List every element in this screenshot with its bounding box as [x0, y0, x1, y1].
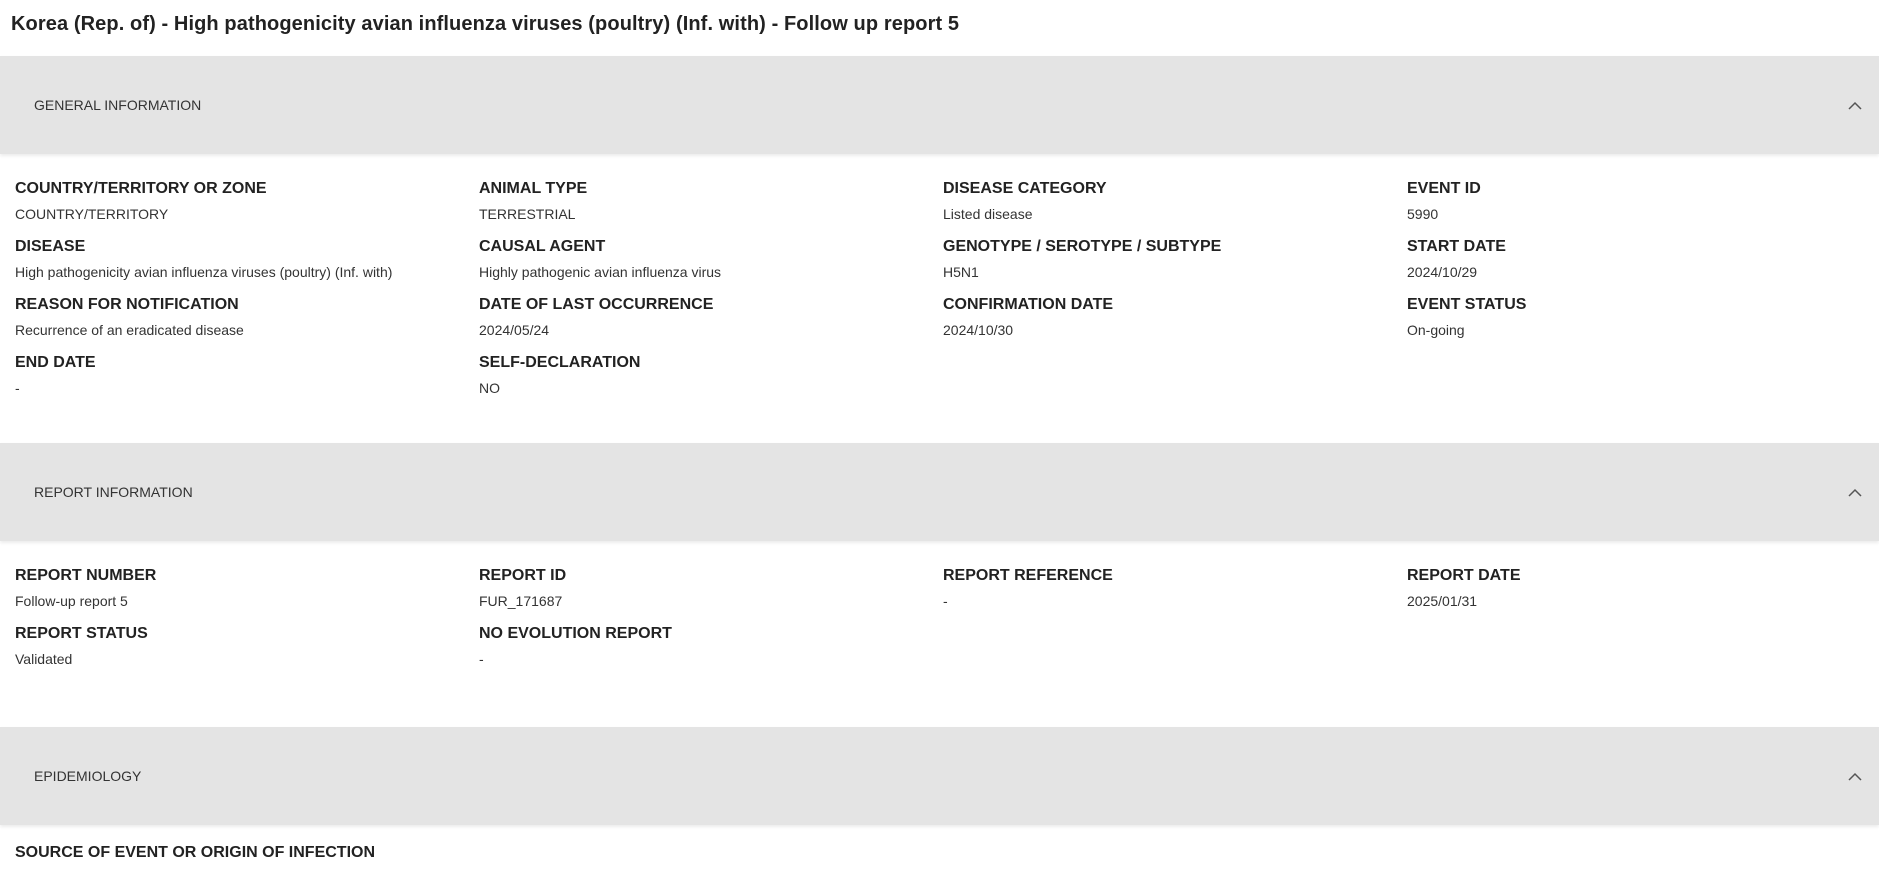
field-value: Listed disease — [943, 206, 1033, 222]
field-end-date: END DATE - — [15, 352, 479, 397]
general-information-header[interactable]: GENERAL INFORMATION — [0, 56, 1879, 154]
chevron-up-icon[interactable] — [1845, 95, 1865, 115]
field-value: - — [15, 380, 20, 396]
field-report-reference: REPORT REFERENCE - — [943, 565, 1407, 610]
field-value: TERRESTRIAL — [479, 206, 576, 222]
field-value: High pathogenicity avian influenza virus… — [15, 264, 393, 280]
field-no-evolution-report: NO EVOLUTION REPORT - — [479, 623, 943, 668]
section-title: REPORT INFORMATION — [34, 484, 193, 500]
general-information-grid: COUNTRY/TERRITORY OR ZONE COUNTRY/TERRIT… — [15, 178, 1864, 397]
field-reason-for-notification: REASON FOR NOTIFICATION Recurrence of an… — [15, 294, 479, 339]
field-label: GENOTYPE / SEROTYPE / SUBTYPE — [943, 238, 1222, 255]
field-label: NO EVOLUTION REPORT — [479, 625, 672, 642]
field-value: H5N1 — [943, 264, 979, 280]
field-label: EVENT STATUS — [1407, 296, 1527, 313]
field-value: On-going — [1407, 322, 1465, 338]
epidemiology-header[interactable]: EPIDEMIOLOGY — [0, 727, 1879, 825]
field-value: FUR_171687 — [479, 593, 563, 609]
field-value: 2024/05/24 — [479, 322, 550, 338]
report-information-body: REPORT NUMBER Follow-up report 5 REPORT … — [0, 541, 1879, 727]
field-source-of-event: SOURCE OF EVENT OR ORIGIN OF INFECTION — [15, 842, 1864, 863]
section-title: GENERAL INFORMATION — [34, 97, 202, 113]
field-causal-agent: CAUSAL AGENT Highly pathogenic avian inf… — [479, 236, 943, 281]
field-event-id: EVENT ID 5990 — [1407, 178, 1871, 223]
field-event-status: EVENT STATUS On-going — [1407, 294, 1871, 339]
field-disease-category: DISEASE CATEGORY Listed disease — [943, 178, 1407, 223]
report-information-grid: REPORT NUMBER Follow-up report 5 REPORT … — [15, 565, 1864, 668]
field-report-id: REPORT ID FUR_171687 — [479, 565, 943, 610]
chevron-up-icon[interactable] — [1845, 482, 1865, 502]
field-report-status: REPORT STATUS Validated — [15, 623, 479, 668]
field-value: 5990 — [1407, 206, 1439, 222]
field-label: DATE OF LAST OCCURRENCE — [479, 296, 714, 313]
field-value: Validated — [15, 651, 73, 667]
field-value: - — [479, 651, 484, 667]
field-value: 2025/01/31 — [1407, 593, 1478, 609]
field-label: CONFIRMATION DATE — [943, 296, 1114, 313]
field-country-territory: COUNTRY/TERRITORY OR ZONE COUNTRY/TERRIT… — [15, 178, 479, 223]
field-report-number: REPORT NUMBER Follow-up report 5 — [15, 565, 479, 610]
general-information-body: COUNTRY/TERRITORY OR ZONE COUNTRY/TERRIT… — [0, 154, 1879, 443]
field-label: START DATE — [1407, 238, 1506, 255]
field-label: REPORT NUMBER — [15, 567, 157, 584]
field-date-of-last-occurrence: DATE OF LAST OCCURRENCE 2024/05/24 — [479, 294, 943, 339]
field-label: EVENT ID — [1407, 180, 1481, 197]
field-label: END DATE — [15, 354, 96, 371]
field-confirmation-date: CONFIRMATION DATE 2024/10/30 — [943, 294, 1407, 339]
field-value: COUNTRY/TERRITORY — [15, 206, 169, 222]
section-title: EPIDEMIOLOGY — [34, 768, 142, 784]
field-label: DISEASE CATEGORY — [943, 180, 1107, 197]
field-label: REPORT STATUS — [15, 625, 148, 642]
field-value: 2024/10/29 — [1407, 264, 1478, 280]
field-label: ANIMAL TYPE — [479, 180, 588, 197]
field-value: 2024/10/30 — [943, 322, 1014, 338]
field-self-declaration: SELF-DECLARATION NO — [479, 352, 943, 397]
report-information-header[interactable]: REPORT INFORMATION — [0, 443, 1879, 541]
page-title: Korea (Rep. of) - High pathogenicity avi… — [11, 13, 960, 35]
field-label: CAUSAL AGENT — [479, 238, 606, 255]
field-label: SOURCE OF EVENT OR ORIGIN OF INFECTION — [15, 844, 376, 861]
epidemiology-body: SOURCE OF EVENT OR ORIGIN OF INFECTION — [0, 825, 1879, 863]
field-label: REPORT ID — [479, 567, 567, 584]
field-value: - — [943, 593, 948, 609]
field-label: DISEASE — [15, 238, 86, 255]
field-label: REPORT REFERENCE — [943, 567, 1113, 584]
field-value: Recurrence of an eradicated disease — [15, 322, 244, 338]
field-label: REASON FOR NOTIFICATION — [15, 296, 239, 313]
field-report-date: REPORT DATE 2025/01/31 — [1407, 565, 1871, 610]
field-disease: DISEASE High pathogenicity avian influen… — [15, 236, 479, 281]
field-label: SELF-DECLARATION — [479, 354, 641, 371]
field-genotype-serotype-subtype: GENOTYPE / SEROTYPE / SUBTYPE H5N1 — [943, 236, 1407, 281]
field-label: COUNTRY/TERRITORY OR ZONE — [15, 180, 267, 197]
field-value: NO — [479, 380, 500, 396]
field-animal-type: ANIMAL TYPE TERRESTRIAL — [479, 178, 943, 223]
field-label: REPORT DATE — [1407, 567, 1521, 584]
field-start-date: START DATE 2024/10/29 — [1407, 236, 1871, 281]
field-value: Highly pathogenic avian influenza virus — [479, 264, 722, 280]
chevron-up-icon[interactable] — [1845, 766, 1865, 786]
field-value: Follow-up report 5 — [15, 593, 128, 609]
